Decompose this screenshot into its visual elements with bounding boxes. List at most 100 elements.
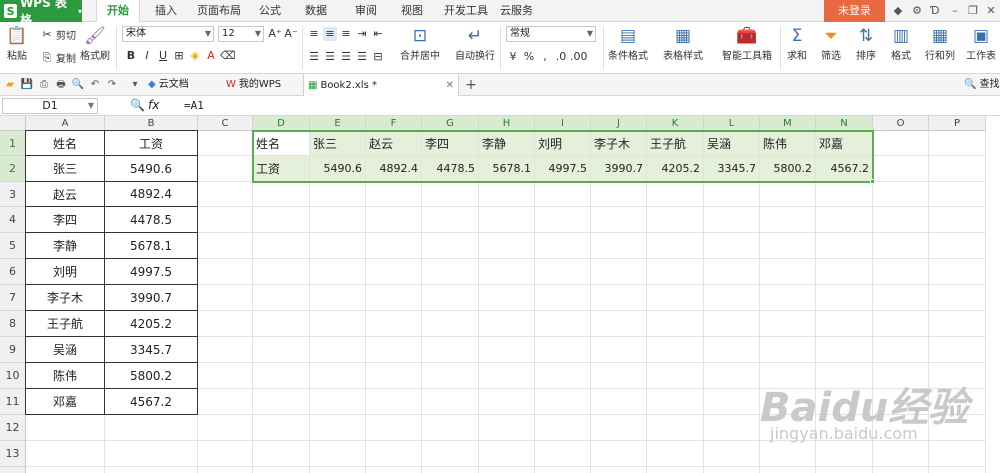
cell[interactable] bbox=[422, 311, 479, 337]
cell[interactable] bbox=[310, 182, 366, 207]
column-header-a[interactable]: A bbox=[26, 116, 105, 131]
cell[interactable] bbox=[929, 467, 986, 473]
cell[interactable] bbox=[704, 363, 760, 389]
cell[interactable] bbox=[310, 233, 366, 259]
cell[interactable] bbox=[366, 415, 422, 441]
cell[interactable] bbox=[929, 337, 986, 363]
cell[interactable] bbox=[253, 182, 310, 207]
cell[interactable] bbox=[816, 441, 873, 467]
cell[interactable] bbox=[535, 311, 591, 337]
cell[interactable] bbox=[198, 337, 253, 363]
cell[interactable] bbox=[873, 182, 929, 207]
cell[interactable] bbox=[105, 467, 198, 473]
cell[interactable] bbox=[198, 131, 253, 156]
cell[interactable] bbox=[422, 389, 479, 415]
align-bottom-icon[interactable]: ≡ bbox=[339, 27, 353, 41]
cell[interactable] bbox=[26, 415, 105, 441]
row-header-11[interactable]: 11 bbox=[0, 389, 26, 415]
row-header-6[interactable]: 6 bbox=[0, 259, 26, 285]
table-cell[interactable]: 4892.4 bbox=[104, 181, 198, 207]
cell[interactable] bbox=[647, 233, 704, 259]
cell[interactable] bbox=[366, 285, 422, 311]
selected-cell[interactable]: 李静 bbox=[479, 131, 535, 156]
row-header-9[interactable]: 9 bbox=[0, 337, 26, 363]
cell[interactable] bbox=[873, 233, 929, 259]
undo-icon[interactable]: ↶ bbox=[88, 78, 102, 92]
select-all-corner[interactable] bbox=[0, 116, 26, 131]
cell[interactable] bbox=[816, 337, 873, 363]
share-icon[interactable]: Ɗ bbox=[928, 4, 942, 18]
cell[interactable] bbox=[198, 389, 253, 415]
font-shrink-icon[interactable]: A⁻ bbox=[284, 27, 298, 41]
selected-cell[interactable]: 赵云 bbox=[366, 131, 422, 156]
cell[interactable] bbox=[198, 311, 253, 337]
row-header-4[interactable]: 4 bbox=[0, 207, 26, 233]
print-preview-icon[interactable]: 🔍 bbox=[71, 78, 85, 92]
cell[interactable] bbox=[704, 259, 760, 285]
cell[interactable] bbox=[760, 207, 816, 233]
cell[interactable] bbox=[479, 337, 535, 363]
cell[interactable] bbox=[647, 259, 704, 285]
outdent-icon[interactable]: ⇤ bbox=[371, 27, 385, 41]
cell[interactable] bbox=[253, 441, 310, 467]
cell[interactable] bbox=[422, 441, 479, 467]
cell[interactable] bbox=[535, 182, 591, 207]
cell[interactable] bbox=[253, 285, 310, 311]
row-header-1[interactable]: 1 bbox=[0, 131, 26, 156]
app-menu-button[interactable]: S WPS 表格 ▾ bbox=[0, 0, 82, 27]
column-header-d[interactable]: D bbox=[253, 116, 310, 131]
row-header-3[interactable]: 3 bbox=[0, 182, 26, 207]
row-header-12[interactable]: 12 bbox=[0, 415, 26, 441]
cell[interactable] bbox=[479, 207, 535, 233]
cell[interactable] bbox=[310, 285, 366, 311]
fill-handle[interactable] bbox=[870, 179, 875, 184]
selected-cell[interactable]: 李四 bbox=[422, 131, 479, 156]
cell[interactable] bbox=[535, 233, 591, 259]
cell[interactable] bbox=[591, 363, 647, 389]
table-cell[interactable]: 李四 bbox=[25, 206, 105, 233]
new-tab-icon[interactable]: + bbox=[464, 78, 478, 92]
cell[interactable] bbox=[591, 415, 647, 441]
close-tab-icon[interactable]: ✕ bbox=[446, 75, 454, 97]
row-header-7[interactable]: 7 bbox=[0, 285, 26, 311]
column-header-g[interactable]: G bbox=[422, 116, 479, 131]
merge-center-button[interactable]: ⊡ 合并居中 bbox=[400, 25, 440, 62]
cell[interactable] bbox=[873, 131, 929, 156]
cell[interactable] bbox=[366, 182, 422, 207]
cell[interactable] bbox=[760, 233, 816, 259]
table-cell[interactable]: 5800.2 bbox=[104, 362, 198, 389]
cell[interactable] bbox=[591, 389, 647, 415]
cell[interactable] bbox=[198, 467, 253, 473]
cell[interactable] bbox=[105, 415, 198, 441]
border-icon[interactable]: ⊞ bbox=[172, 49, 186, 63]
cell[interactable] bbox=[198, 285, 253, 311]
cell[interactable] bbox=[253, 363, 310, 389]
cell[interactable] bbox=[760, 285, 816, 311]
selected-cell[interactable]: 王子航 bbox=[647, 131, 704, 156]
table-cell[interactable]: 4478.5 bbox=[104, 206, 198, 233]
cell[interactable] bbox=[591, 311, 647, 337]
skin-icon[interactable]: ◆ bbox=[891, 4, 905, 18]
cell[interactable] bbox=[816, 233, 873, 259]
cell[interactable] bbox=[591, 233, 647, 259]
row-header-5[interactable]: 5 bbox=[0, 233, 26, 259]
cell[interactable] bbox=[310, 311, 366, 337]
cell[interactable] bbox=[647, 415, 704, 441]
cell[interactable] bbox=[929, 131, 986, 156]
cell[interactable] bbox=[479, 441, 535, 467]
cell[interactable] bbox=[929, 207, 986, 233]
cell[interactable] bbox=[535, 441, 591, 467]
cell[interactable] bbox=[535, 363, 591, 389]
cell[interactable] bbox=[873, 285, 929, 311]
settings-icon[interactable]: ⚙ bbox=[910, 4, 924, 18]
cell[interactable] bbox=[647, 207, 704, 233]
selected-cell[interactable]: 张三 bbox=[310, 131, 366, 156]
row-header-10[interactable]: 10 bbox=[0, 363, 26, 389]
name-box[interactable]: D1 ▼ bbox=[2, 98, 98, 114]
table-cell[interactable]: 4205.2 bbox=[104, 310, 198, 337]
customize-dropdown-icon[interactable]: ▾ bbox=[128, 78, 142, 92]
tab-cloud-docs[interactable]: ◆ 云文档 bbox=[148, 74, 189, 96]
font-grow-icon[interactable]: A⁺ bbox=[268, 27, 282, 41]
cell[interactable] bbox=[704, 233, 760, 259]
cell[interactable] bbox=[704, 415, 760, 441]
